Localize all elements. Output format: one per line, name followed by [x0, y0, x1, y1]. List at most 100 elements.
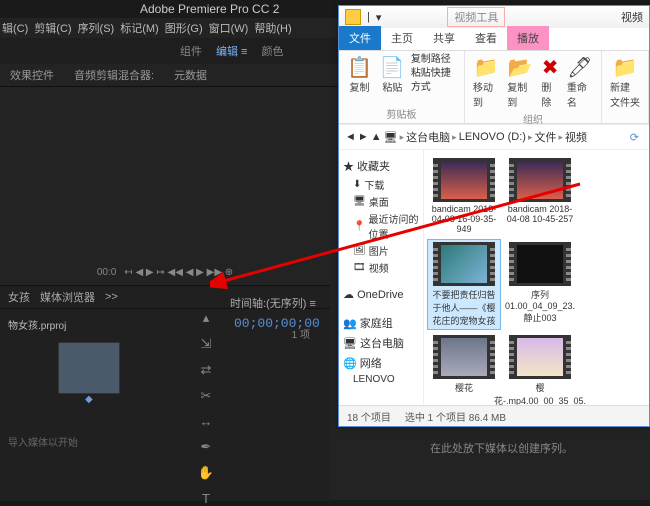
file-item[interactable]: 樱花-.mp4.00_00_35_05.静止003	[504, 333, 576, 405]
project-thumbnail[interactable]	[58, 342, 120, 394]
clipboard-group-label: 剪贴板	[387, 106, 417, 121]
menu-window[interactable]: 窗口(W)	[209, 20, 249, 36]
file-grid[interactable]: bandicam 2018-04-08 16-09-35-949 bandicam…	[424, 150, 649, 405]
file-explorer-window: | ▾ 视频工具 视频 文件 主页 共享 查看 播放 📋复制 📄粘贴 复制路径 …	[338, 5, 650, 427]
organize-group-label: 组织	[523, 111, 543, 126]
up-icon[interactable]: ▲	[371, 131, 382, 143]
new-folder-button[interactable]: 📁新建 文件夹	[608, 53, 642, 111]
tab-share[interactable]: 共享	[423, 26, 465, 50]
delete-label: 删除	[541, 79, 558, 109]
import-hint: 导入媒体以开始	[8, 434, 322, 449]
workspace-assembly[interactable]: 组件	[180, 43, 202, 59]
menu-marker[interactable]: 标记(M)	[120, 20, 159, 36]
crumb-pc[interactable]: 这台电脑	[406, 129, 450, 145]
crumb-folder1[interactable]: 文件	[534, 129, 556, 145]
download-icon: ⬇	[353, 179, 361, 190]
timeline-header: 时间轴:(无序列) ≡	[230, 295, 316, 311]
move-to-button[interactable]: 📁移动到	[471, 53, 501, 111]
hand-tool-icon[interactable]: ✋	[198, 465, 214, 481]
nav-videos[interactable]: 🎞视频	[341, 259, 421, 276]
delete-icon: ✖	[542, 55, 559, 79]
new-folder-label: 新建 文件夹	[610, 79, 640, 109]
crumb-folder2[interactable]: 视频	[565, 129, 587, 145]
file-name: bandicam 2018-04-08 10-45-257	[506, 204, 574, 224]
timeline-timecode[interactable]: 00;00;00;00	[234, 316, 320, 331]
tabs-overflow[interactable]: >>	[105, 291, 118, 303]
file-item[interactable]: 樱花	[428, 333, 500, 405]
transport-buttons[interactable]: ↤ ◀ ▶ ↦ ◀◀ ◀ ▶ ▶▶ ⊕	[124, 267, 233, 278]
nav-lenovo[interactable]: LENOVO	[341, 373, 421, 386]
selection-tool-icon[interactable]: ▴	[203, 310, 210, 326]
tab-view[interactable]: 查看	[465, 26, 507, 50]
history-back-icon[interactable]: ◄	[345, 131, 356, 143]
tab-audio-mixer[interactable]: 音频剪辑混合器:	[74, 67, 154, 83]
paste-shortcut-button[interactable]: 粘贴快捷方式	[411, 67, 458, 95]
ribbon-group-new: 📁新建 文件夹	[602, 51, 649, 123]
tab-file[interactable]: 文件	[339, 26, 381, 50]
nav-recent[interactable]: 📍最近访问的位置	[341, 210, 421, 242]
delete-button[interactable]: ✖删除	[539, 53, 560, 111]
menu-clip[interactable]: 剪辑(C)	[34, 20, 71, 36]
breadcrumb[interactable]: ◄ ► ▲ 🖥 ▸ 这台电脑 ▸ LENOVO (D:) ▸ 文件 ▸ 视频 ⟳	[339, 124, 649, 150]
type-tool-icon[interactable]: T	[202, 491, 210, 506]
pictures-icon: 🖼	[353, 245, 366, 256]
nav-onedrive[interactable]: ☁ OneDrive	[343, 288, 421, 301]
paste-icon: 📄	[380, 55, 405, 79]
paste-label: 粘贴	[382, 79, 402, 94]
down-arrow-icon[interactable]: ▾	[376, 11, 382, 24]
tab-effect-controls[interactable]: 效果控件	[10, 67, 54, 83]
history-fwd-icon[interactable]: ►	[358, 131, 369, 143]
pen-tool-icon[interactable]: ✒	[201, 439, 212, 455]
copy-label: 复制	[349, 79, 369, 94]
ribbon-tabs: 文件 主页 共享 查看 播放	[339, 28, 649, 51]
file-item[interactable]: bandicam 2018-04-08 16-09-35-949	[428, 156, 500, 236]
menu-graphics[interactable]: 图形(G)	[165, 20, 203, 36]
videos-icon: 🎞	[353, 262, 366, 273]
paste-button[interactable]: 📄粘贴	[378, 53, 407, 96]
tab-project[interactable]: 女孩	[8, 289, 30, 305]
nav-homegroup[interactable]: 👥 家庭组	[343, 315, 421, 331]
file-name: bandicam 2018-04-08 16-09-35-949	[430, 204, 498, 234]
file-item[interactable]: bandicam 2018-04-08 10-45-257	[504, 156, 576, 236]
menu-sequence[interactable]: 序列(S)	[78, 20, 115, 36]
title-sep: |	[367, 11, 370, 23]
rename-button[interactable]: 🖊重命名	[565, 53, 595, 111]
copy-to-button[interactable]: 📂复制到	[505, 53, 535, 111]
recent-icon: 📍	[353, 221, 365, 232]
copy-path-button[interactable]: 复制路径	[411, 53, 458, 67]
ripple-tool-icon[interactable]: ⇄	[201, 362, 212, 378]
copy-button[interactable]: 📋复制	[345, 53, 374, 96]
nav-network[interactable]: 🌐 网络	[343, 355, 421, 371]
razor-tool-icon[interactable]: ✂	[201, 388, 212, 404]
nav-thispc[interactable]: 🖥 这台电脑	[343, 335, 421, 351]
slip-tool-icon[interactable]: ↔	[200, 414, 213, 429]
track-select-tool-icon[interactable]: ⇲	[201, 336, 212, 352]
explorer-titlebar[interactable]: | ▾ 视频工具 视频	[339, 6, 649, 28]
tab-home[interactable]: 主页	[381, 26, 423, 50]
file-name: 不要把责任归咎于他人——《樱花庄的宠物女孩	[430, 288, 498, 327]
menu-edit[interactable]: 辑(C)	[2, 20, 28, 36]
copyto-label: 复制到	[507, 79, 533, 109]
nav-desktop[interactable]: 🖥桌面	[341, 193, 421, 210]
tab-media-browser[interactable]: 媒体浏览器	[40, 289, 95, 305]
folder-icon	[345, 9, 361, 25]
nav-pictures[interactable]: 🖼图片	[341, 242, 421, 259]
file-name: 樱花-.mp4.00_00_35_05.静止003	[494, 381, 586, 405]
ribbon-group-organize: 📁移动到 📂复制到 ✖删除 🖊重命名 组织	[465, 51, 602, 123]
workspace-editing[interactable]: 编辑 ≡	[216, 43, 247, 59]
monitor-icon: 🖥	[384, 131, 398, 144]
file-item[interactable]: 不要把责任归咎于他人——《樱花庄的宠物女孩	[428, 240, 500, 329]
refresh-icon[interactable]: ⟳	[630, 131, 639, 144]
nav-favorites[interactable]: ★ 收藏夹	[343, 158, 421, 174]
video-thumbnail	[509, 158, 571, 202]
crumb-sep: ▸	[558, 132, 563, 143]
tab-play[interactable]: 播放	[507, 26, 549, 50]
file-item[interactable]: 序列 01.00_04_09_23.静止003	[504, 240, 576, 329]
workspace-color[interactable]: 颜色	[261, 43, 283, 59]
tab-metadata[interactable]: 元数据	[174, 67, 207, 83]
crumb-sep: ▸	[452, 132, 457, 143]
crumb-drive[interactable]: LENOVO (D:)	[459, 131, 526, 143]
menu-help[interactable]: 帮助(H)	[254, 20, 291, 36]
nav-downloads[interactable]: ⬇下载	[341, 176, 421, 193]
status-bar: 18 个项目 选中 1 个项目 86.4 MB	[339, 405, 649, 426]
